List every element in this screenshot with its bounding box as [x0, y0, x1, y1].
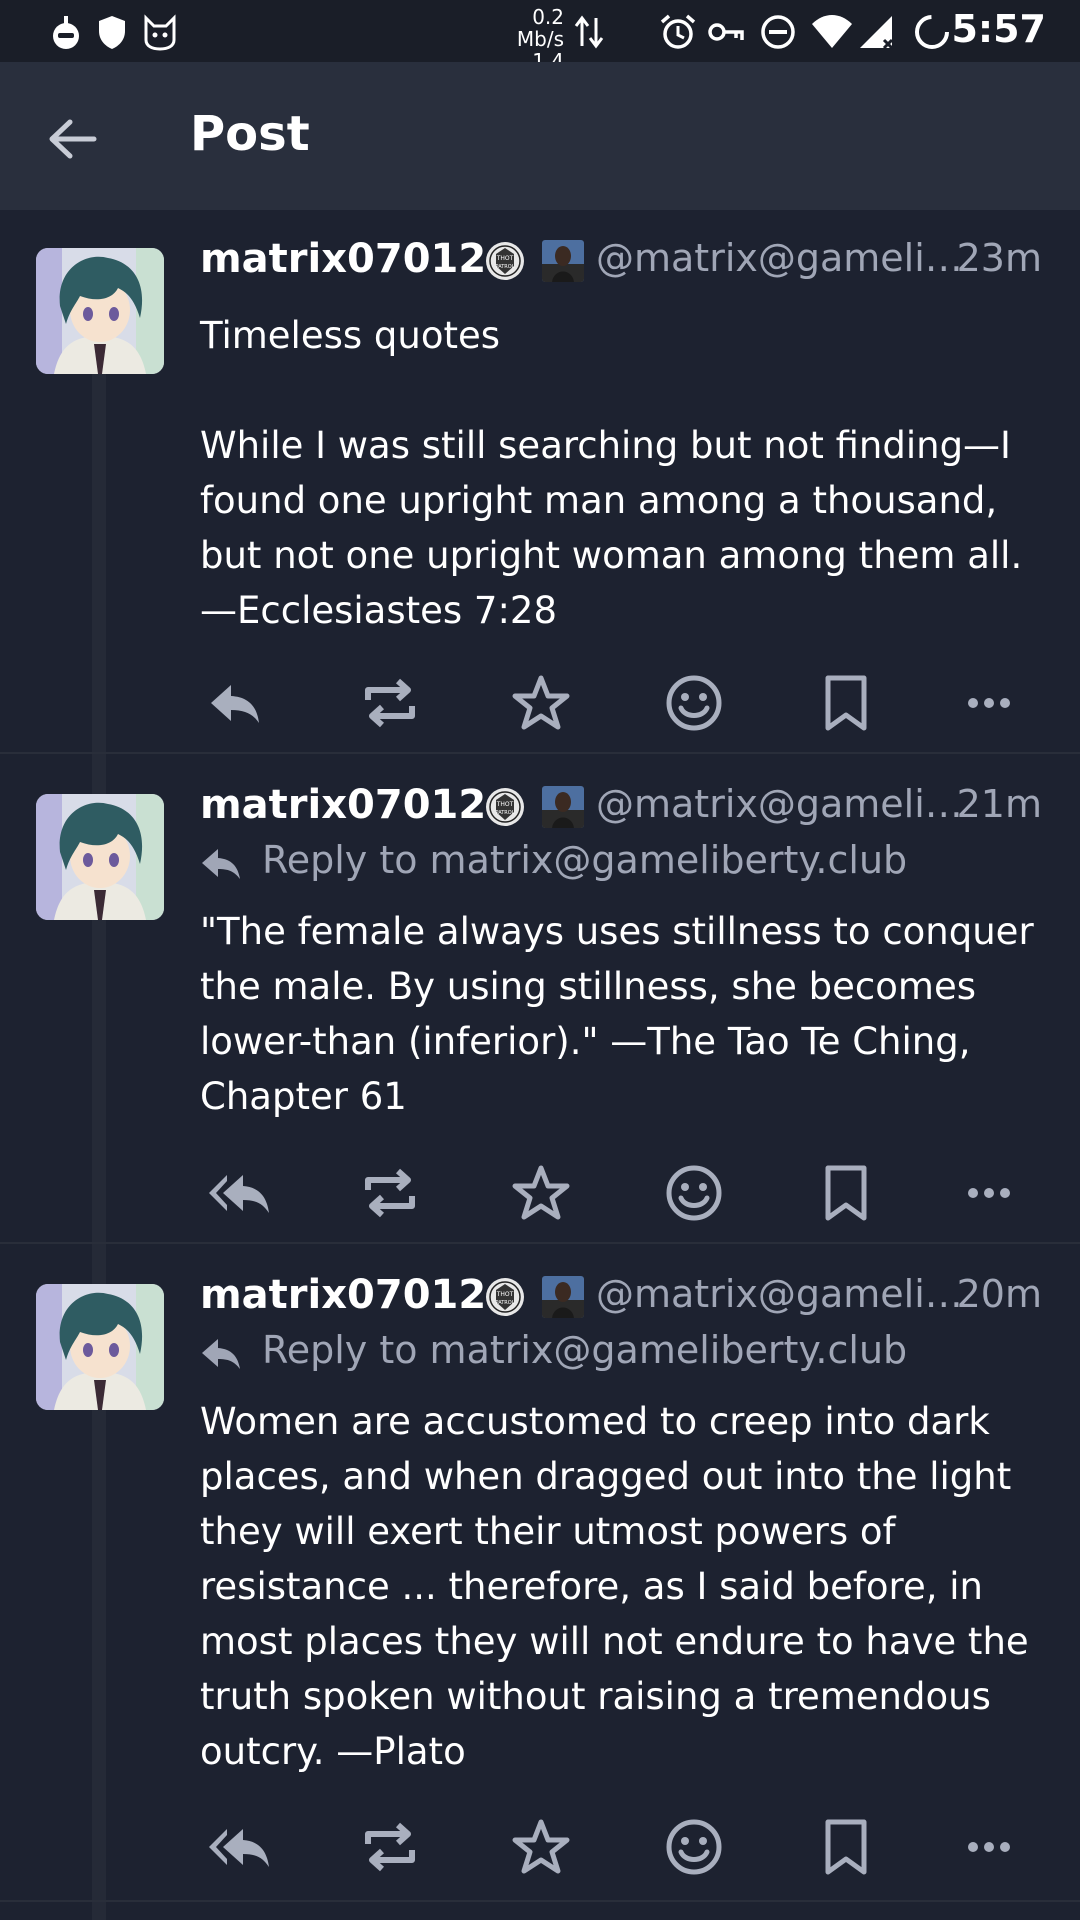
- thot-patrol-badge-emoji: THOT PATROL: [484, 240, 526, 282]
- alarm-icon: [660, 14, 696, 49]
- clock: 5:57: [951, 7, 1046, 51]
- wifi-icon: [812, 15, 852, 48]
- favourite-icon: [512, 1819, 570, 1874]
- post-timestamp[interactable]: 21m: [957, 782, 1042, 826]
- reply-to-indicator[interactable]: Reply to matrix@gameliberty.club: [200, 1328, 907, 1372]
- battery-saver-icon: [915, 15, 949, 49]
- account-handle[interactable]: @matrix@gameli…: [596, 236, 963, 280]
- emoji-react-button[interactable]: [659, 1812, 729, 1882]
- favourite-icon: [512, 675, 570, 730]
- svg-text:THOT: THOT: [496, 255, 514, 262]
- reply-all-icon: [209, 1829, 269, 1867]
- back-arrow-icon[interactable]: [44, 114, 102, 164]
- post-actions: [200, 1812, 1040, 1882]
- app-bar: Post: [0, 62, 1080, 210]
- more-icon: [968, 698, 1010, 708]
- bookmark-icon: [825, 1165, 867, 1221]
- reply-arrow-icon: [202, 848, 240, 879]
- boost-icon: [365, 1822, 415, 1872]
- bookmark-icon: [825, 1819, 867, 1875]
- reply-all-icon: [209, 1175, 269, 1213]
- display-name[interactable]: matrix07012: [200, 236, 486, 282]
- post-content: "The female always uses stillness to con…: [200, 910, 1046, 1118]
- bookmark-icon: [825, 675, 867, 731]
- emoji-react-icon: [666, 1819, 722, 1875]
- page-title: Post: [190, 106, 310, 162]
- more-button[interactable]: [954, 1812, 1024, 1882]
- post-content: Timeless quotes While I was still search…: [200, 314, 1023, 632]
- post-divider: [0, 1242, 1080, 1244]
- boost-icon: [365, 1168, 415, 1218]
- avatar[interactable]: [36, 794, 164, 920]
- upload-speed: 0.2 Mb/s: [516, 5, 564, 51]
- data-transfer-icon: [574, 15, 604, 49]
- post-actions: [200, 668, 1040, 738]
- more-icon: [968, 1842, 1010, 1852]
- boost-icon: [365, 678, 415, 728]
- more-button[interactable]: [954, 668, 1024, 738]
- bookmark-button[interactable]: [811, 1812, 881, 1882]
- profile-image-emoji: [542, 1276, 584, 1318]
- reply-icon: [211, 685, 259, 723]
- emoji-react-icon: [666, 1165, 722, 1221]
- post-timestamp[interactable]: 23m: [957, 236, 1042, 280]
- vpn-key-icon: [708, 23, 744, 41]
- cellular-signal-icon: [860, 16, 894, 50]
- emoji-react-button[interactable]: [659, 668, 729, 738]
- display-name[interactable]: matrix07012: [200, 782, 486, 828]
- shield-icon: [99, 16, 125, 49]
- cat-app-icon: [144, 14, 176, 51]
- reply-to-text: Reply to matrix@gameliberty.club: [262, 1328, 908, 1372]
- favourite-button[interactable]: [506, 1158, 576, 1228]
- thot-patrol-badge-emoji: THOT PATROL: [484, 786, 526, 828]
- more-button[interactable]: [954, 1158, 1024, 1228]
- reply-to-text: Reply to matrix@gameliberty.club: [262, 838, 908, 882]
- avatar[interactable]: [36, 1284, 164, 1410]
- boost-button[interactable]: [355, 1158, 425, 1228]
- bookmark-button[interactable]: [811, 1158, 881, 1228]
- profile-image-emoji: [542, 786, 584, 828]
- reply-all-button[interactable]: [205, 1812, 275, 1882]
- emoji-react-icon: [666, 675, 722, 731]
- more-icon: [968, 1188, 1010, 1198]
- favourite-button[interactable]: [506, 668, 576, 738]
- robot-notification-icon: [53, 16, 79, 49]
- account-handle[interactable]: @matrix@gameli…: [596, 1272, 963, 1316]
- emoji-react-button[interactable]: [659, 1158, 729, 1228]
- svg-text:THOT: THOT: [496, 1291, 514, 1298]
- do-not-disturb-icon: [761, 15, 795, 49]
- status-bar: 0.2 Mb/s 1.4 Mb/s 5:57: [0, 0, 1080, 94]
- svg-text:PATROL: PATROL: [496, 810, 515, 816]
- reply-arrow-icon: [202, 1338, 240, 1369]
- reply-all-button[interactable]: [205, 1158, 275, 1228]
- svg-text:PATROL: PATROL: [496, 1300, 515, 1306]
- post-content: Women are accustomed to creep into dark …: [200, 1400, 1041, 1773]
- avatar[interactable]: [36, 248, 164, 374]
- bookmark-button[interactable]: [811, 668, 881, 738]
- favourite-icon: [512, 1165, 570, 1220]
- post-actions: [200, 1158, 1040, 1228]
- thread-line: [92, 370, 106, 1920]
- post-timestamp[interactable]: 20m: [957, 1272, 1042, 1316]
- boost-button[interactable]: [355, 1812, 425, 1882]
- thot-patrol-badge-emoji: THOT PATROL: [484, 1276, 526, 1318]
- post-divider: [0, 752, 1080, 754]
- post-divider: [0, 1900, 1080, 1902]
- favourite-button[interactable]: [506, 1812, 576, 1882]
- profile-image-emoji: [542, 240, 584, 282]
- reply-to-indicator[interactable]: Reply to matrix@gameliberty.club: [200, 838, 907, 882]
- svg-text:PATROL: PATROL: [496, 264, 515, 270]
- boost-button[interactable]: [355, 668, 425, 738]
- display-name[interactable]: matrix07012: [200, 1272, 486, 1318]
- account-handle[interactable]: @matrix@gameli…: [596, 782, 963, 826]
- reply-button[interactable]: [200, 668, 270, 738]
- svg-text:THOT: THOT: [496, 801, 514, 808]
